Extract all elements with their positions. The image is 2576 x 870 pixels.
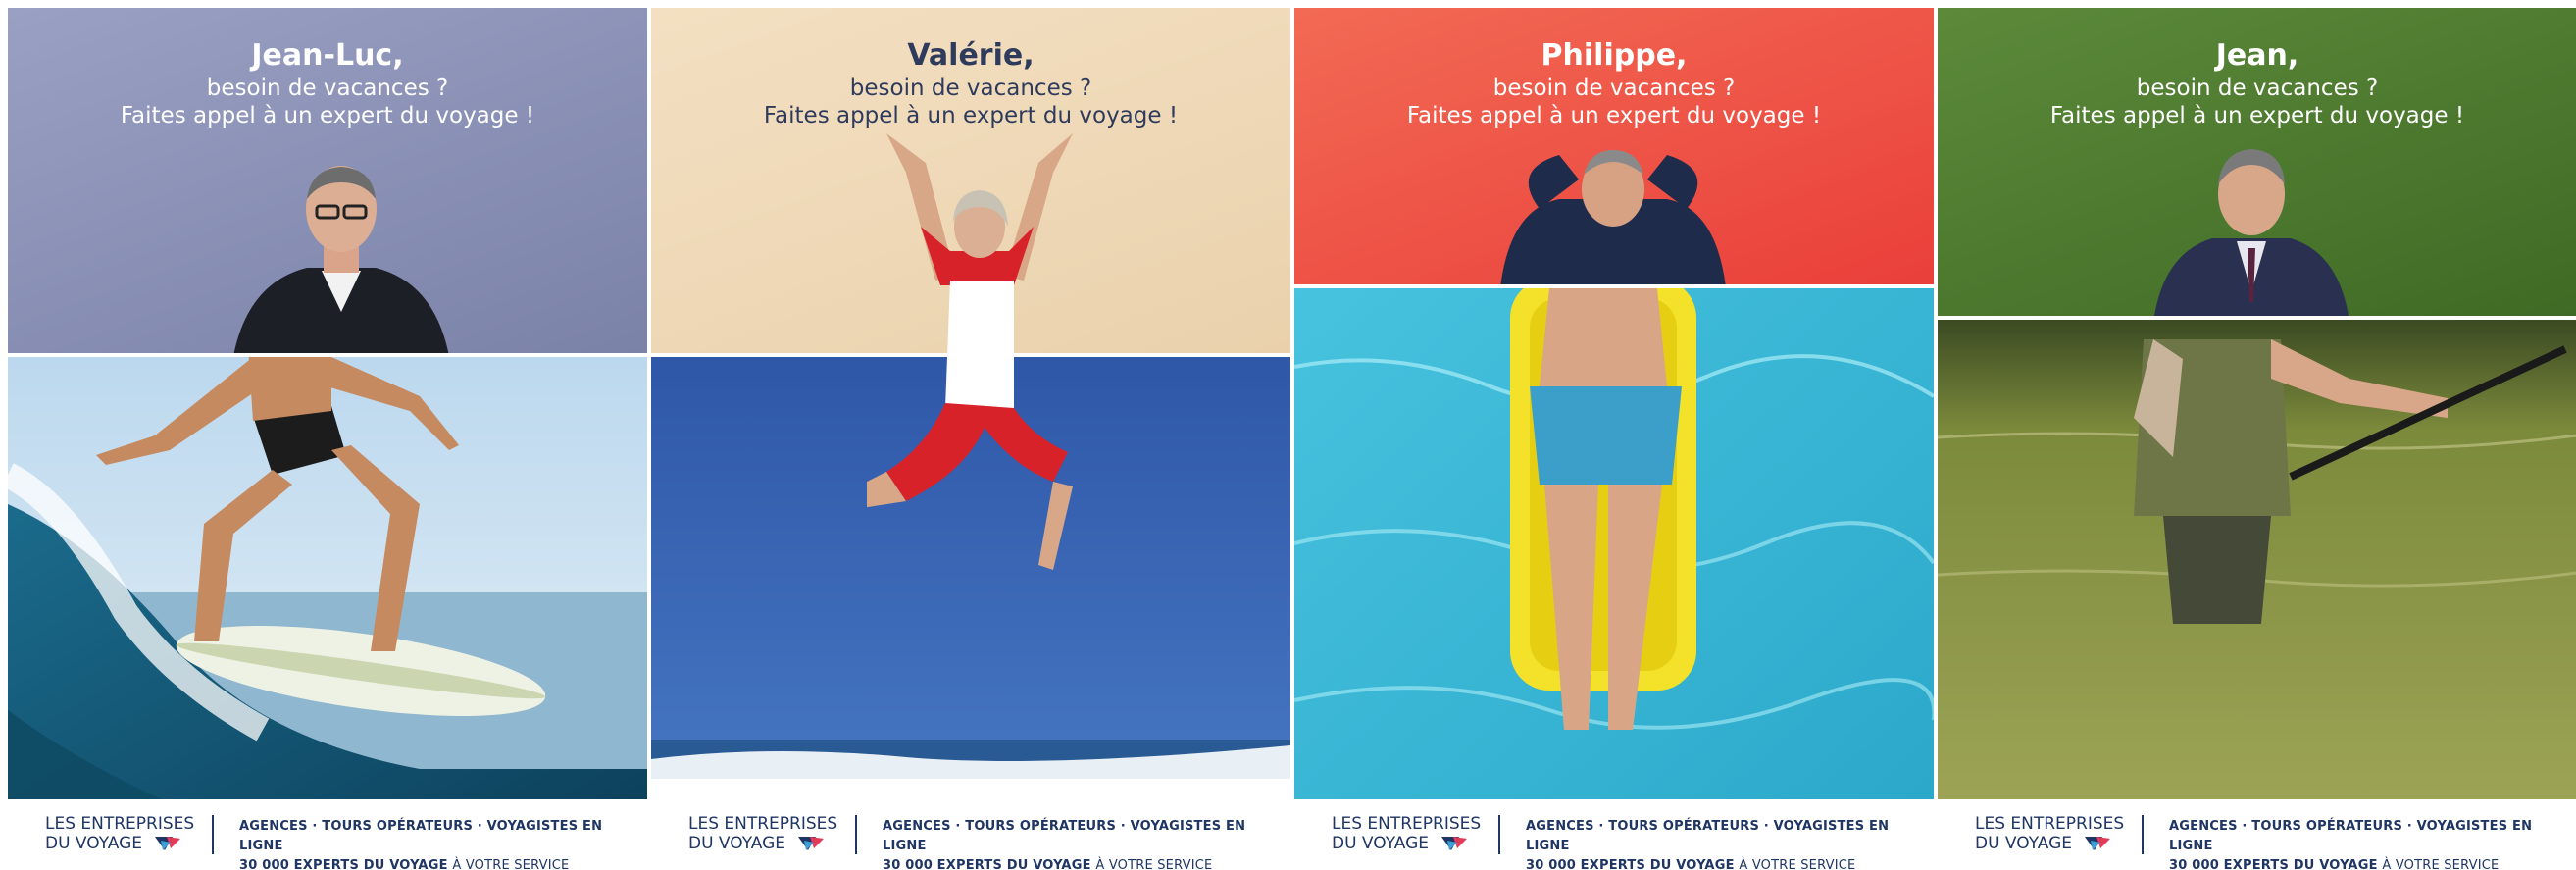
brand-line-1: LES ENTREPRISES xyxy=(45,814,195,834)
pool-scene xyxy=(1294,288,1934,870)
poster-panel-4: Jean, besoin de vacances ? Faites appel … xyxy=(1938,8,2576,870)
headline-line-1: besoin de vacances ? xyxy=(206,76,449,101)
headline-line-2: Faites appel à un expert du voyage ! xyxy=(120,103,535,128)
footer-divider xyxy=(855,815,857,854)
brand-mark-icon xyxy=(1441,837,1468,850)
brand-line-1: LES ENTREPRISES xyxy=(1332,814,1482,834)
brand-mark-icon xyxy=(155,837,181,850)
tagline: AGENCES · TOURS OPÉRATEURS · VOYAGISTES … xyxy=(1526,817,1934,870)
river-scene xyxy=(1938,320,2576,870)
brand-mark-icon xyxy=(2085,837,2111,850)
portrait-image xyxy=(233,166,449,353)
tagline-line-1: AGENCES · TOURS OPÉRATEURS · VOYAGISTES … xyxy=(1526,819,1890,853)
brand-line-2: DU VOYAGE xyxy=(688,834,786,853)
brand-logo: LES ENTREPRISES DU VOYAGE xyxy=(1332,814,1481,853)
jumping-woman-image xyxy=(867,133,1073,570)
headline-line-2: Faites appel à un expert du voyage ! xyxy=(763,103,1179,128)
headline-block: Jean, besoin de vacances ? Faites appel … xyxy=(1938,8,2576,316)
brand-line-1: LES ENTREPRISES xyxy=(1975,814,2125,834)
headline-line-1: besoin de vacances ? xyxy=(2136,76,2379,101)
footer-divider xyxy=(2142,815,2144,854)
portrait-image xyxy=(1500,150,1726,284)
river-photo xyxy=(1938,320,2576,870)
person-name: Jean-Luc, xyxy=(251,38,404,73)
tagline-line-1: AGENCES · TOURS OPÉRATEURS · VOYAGISTES … xyxy=(239,819,603,853)
poster-panel-3: Philippe, besoin de vacances ? Faites ap… xyxy=(1294,8,1934,870)
brand-line-2: DU VOYAGE xyxy=(1975,834,2073,853)
tagline: AGENCES · TOURS OPÉRATEURS · VOYAGISTES … xyxy=(883,817,1290,870)
headline-line-2: Faites appel à un expert du voyage ! xyxy=(2049,103,2465,128)
footer: LES ENTREPRISES DU VOYAGE AGENCES · TOUR… xyxy=(651,799,1290,870)
person-name: Jean, xyxy=(2215,38,2299,73)
tagline-bold: 30 000 EXPERTS DU VOYAGE xyxy=(883,858,1091,870)
brand-mark-icon xyxy=(798,837,825,850)
person-name: Philippe, xyxy=(1541,38,1688,73)
footer: LES ENTREPRISES DU VOYAGE AGENCES · TOUR… xyxy=(1294,799,1934,870)
brand-logo: LES ENTREPRISES DU VOYAGE xyxy=(688,814,837,853)
brand-logo: LES ENTREPRISES DU VOYAGE xyxy=(45,814,194,853)
footer: LES ENTREPRISES DU VOYAGE AGENCES · TOUR… xyxy=(8,799,647,870)
tagline-bold: 30 000 EXPERTS DU VOYAGE xyxy=(2169,858,2378,870)
headline-block: Philippe, besoin de vacances ? Faites ap… xyxy=(1294,8,1934,284)
tagline-line-1: AGENCES · TOURS OPÉRATEURS · VOYAGISTES … xyxy=(2169,819,2533,853)
surf-scene xyxy=(8,357,647,870)
pool-photo xyxy=(1294,288,1934,870)
poster-panel-1: Jean-Luc, besoin de vacances ? Faites ap… xyxy=(8,8,647,870)
tagline: AGENCES · TOURS OPÉRATEURS · VOYAGISTES … xyxy=(239,817,647,870)
tagline-light: À VOTRE SERVICE xyxy=(2382,858,2500,870)
brand-logo: LES ENTREPRISES DU VOYAGE xyxy=(1975,814,2124,853)
headline-line-1: besoin de vacances ? xyxy=(1492,76,1736,101)
footer: LES ENTREPRISES DU VOYAGE AGENCES · TOUR… xyxy=(1938,799,2576,870)
tagline-bold: 30 000 EXPERTS DU VOYAGE xyxy=(1526,858,1735,870)
brand-line-2: DU VOYAGE xyxy=(45,834,143,853)
surf-photo: LES ENTREPRISES DU VOYAGE AGENCES · TOUR… xyxy=(8,357,647,870)
portrait-image xyxy=(2154,149,2349,316)
headline-line-1: besoin de vacances ? xyxy=(849,76,1092,101)
brand-line-2: DU VOYAGE xyxy=(1332,834,1430,853)
headline-block: Jean-Luc, besoin de vacances ? Faites ap… xyxy=(8,8,647,353)
tagline-bold: 30 000 EXPERTS DU VOYAGE xyxy=(239,858,448,870)
tagline: AGENCES · TOURS OPÉRATEURS · VOYAGISTES … xyxy=(2169,817,2576,870)
tagline-light: À VOTRE SERVICE xyxy=(452,858,570,870)
footer-divider xyxy=(212,815,214,854)
brand-line-1: LES ENTREPRISES xyxy=(688,814,838,834)
tagline-line-1: AGENCES · TOURS OPÉRATEURS · VOYAGISTES … xyxy=(883,819,1246,853)
footer-divider xyxy=(1498,815,1500,854)
person-name: Valérie, xyxy=(907,38,1035,73)
poster-panel-2: Valérie, besoin de vacances ? Faites app… xyxy=(651,8,1290,870)
tagline-light: À VOTRE SERVICE xyxy=(1739,858,1856,870)
tagline-light: À VOTRE SERVICE xyxy=(1095,858,1213,870)
headline-line-2: Faites appel à un expert du voyage ! xyxy=(1406,103,1822,128)
